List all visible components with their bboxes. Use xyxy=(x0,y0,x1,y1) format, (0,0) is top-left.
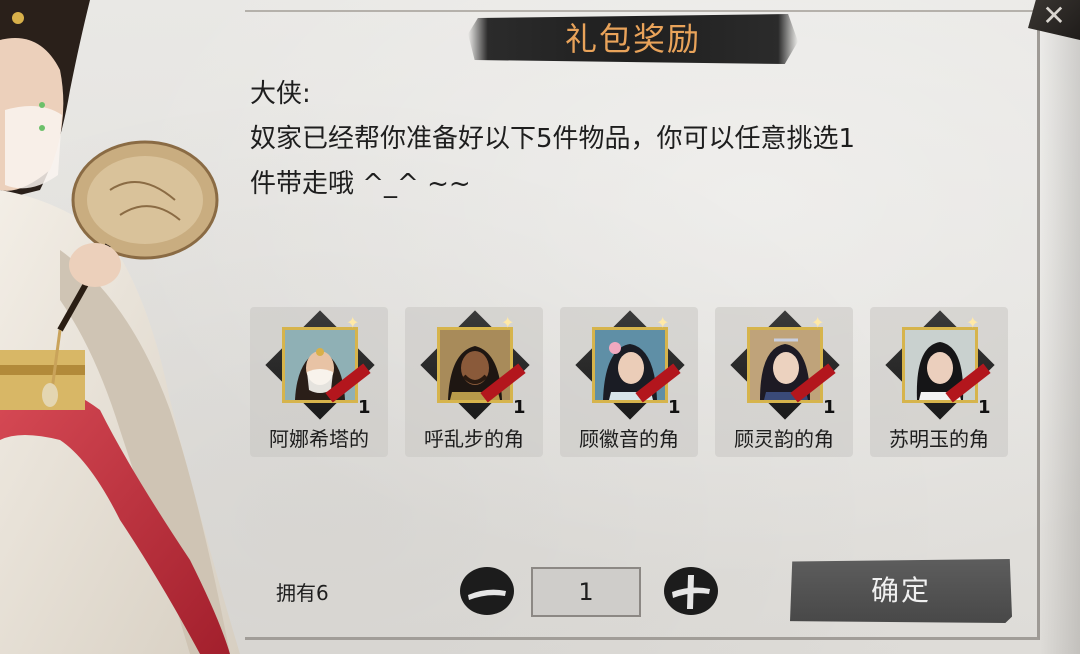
sparkle-icon: ✦ xyxy=(346,313,360,332)
decrease-button[interactable] xyxy=(458,565,516,617)
plus-icon xyxy=(664,567,718,615)
character-illustration xyxy=(0,0,270,654)
character-art-svg xyxy=(0,0,240,654)
item-frame: ✦ xyxy=(885,310,995,420)
close-icon: ✕ xyxy=(1042,0,1066,32)
item-quantity: 1 xyxy=(668,397,681,418)
item-name: 顾灵韵的角 xyxy=(734,427,834,451)
reward-item[interactable]: ✦ 1 呼乱步的角 xyxy=(405,307,543,457)
message-greeting: 大侠: xyxy=(250,79,311,109)
reward-item[interactable]: ✦ 1 顾灵韵的角 xyxy=(715,307,853,457)
item-quantity: 1 xyxy=(978,397,991,418)
item-name: 呼乱步的角 xyxy=(424,427,524,451)
quantity-input[interactable]: 1 xyxy=(531,567,641,617)
item-name: 阿娜希塔的 xyxy=(269,427,369,451)
sparkle-icon: ✦ xyxy=(656,313,670,332)
minus-icon xyxy=(460,567,514,615)
item-frame: ✦ xyxy=(420,310,530,420)
message-line-3: 件带走哦 ^_^ ~~ xyxy=(250,169,471,199)
dialog-title: 礼包奖励 xyxy=(564,20,701,58)
sparkle-icon: ✦ xyxy=(966,313,980,332)
reward-item[interactable]: ✦ 1 阿娜希塔的 xyxy=(250,307,388,457)
item-quantity: 1 xyxy=(823,397,836,418)
item-quantity: 1 xyxy=(513,397,526,418)
message-line-2: 奴家已经帮你准备好以下5件物品，你可以任意挑选1 xyxy=(250,124,856,154)
increase-button[interactable] xyxy=(662,565,720,617)
item-name: 苏明玉的角 xyxy=(889,427,989,451)
owned-count: 拥有6 xyxy=(276,581,329,605)
reward-item[interactable]: ✦ 1 顾徽音的角 xyxy=(560,307,698,457)
item-frame: ✦ xyxy=(730,310,840,420)
sparkle-icon: ✦ xyxy=(811,313,825,332)
item-frame: ✦ xyxy=(265,310,375,420)
item-frame: ✦ xyxy=(575,310,685,420)
item-name: 顾徽音的角 xyxy=(579,427,679,451)
item-quantity: 1 xyxy=(358,397,371,418)
reward-message: 大侠: 奴家已经帮你准备好以下5件物品，你可以任意挑选1 件带走哦 ^_^ ~~ xyxy=(250,72,1030,207)
confirm-button[interactable]: 确定 xyxy=(790,559,1012,623)
frame-shadow xyxy=(1040,0,1080,654)
reward-item[interactable]: ✦ 1 苏明玉的角 xyxy=(870,307,1008,457)
sparkle-icon: ✦ xyxy=(501,313,515,332)
